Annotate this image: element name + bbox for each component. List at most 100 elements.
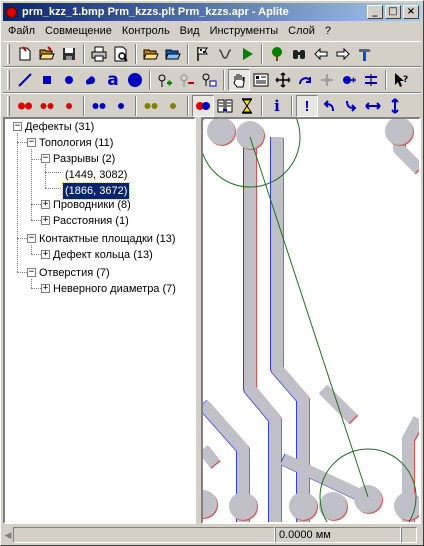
- olive-pair-icon: [144, 103, 158, 109]
- save-button[interactable]: [58, 43, 80, 65]
- compare-icon: [217, 99, 233, 113]
- node-button[interactable]: [338, 69, 360, 91]
- defect-button[interactable]: !: [296, 95, 318, 117]
- scroll-left-icon[interactable]: ◀: [3, 527, 13, 543]
- maximize-button[interactable]: □: [385, 5, 401, 19]
- open-plt-button[interactable]: [162, 43, 184, 65]
- rotate-icon: [299, 77, 311, 85]
- shape-tool-button[interactable]: [80, 69, 102, 91]
- arrow-left-icon: [314, 47, 328, 61]
- properties-icon: [253, 73, 269, 87]
- flag-button[interactable]: [192, 43, 214, 65]
- tools-button[interactable]: [354, 43, 376, 65]
- red-pair-small-button[interactable]: [36, 95, 58, 117]
- open-folder-icon: [165, 49, 181, 60]
- run-button[interactable]: [236, 43, 258, 65]
- menu-file[interactable]: Файл: [3, 25, 40, 37]
- node-icon: [343, 76, 356, 84]
- blue-pair-button[interactable]: [88, 95, 110, 117]
- defects-tree-panel[interactable]: − − − + + − + − + Дефекты (31) Топология…: [3, 117, 196, 524]
- toolbar-grip[interactable]: [7, 96, 10, 116]
- expand-distances[interactable]: +: [41, 216, 50, 225]
- tree-node-conductors[interactable]: Проводники (8): [53, 197, 131, 213]
- line-icon: [18, 73, 32, 87]
- edit-point-button[interactable]: [198, 69, 220, 91]
- tree-node-breaks[interactable]: Разрывы (2): [53, 151, 115, 167]
- circle-tool-button[interactable]: [58, 69, 80, 91]
- expand-topology[interactable]: −: [27, 138, 36, 147]
- hourglass-button[interactable]: [236, 95, 258, 117]
- tree-node-wrong-diameter[interactable]: Неверного диаметра (7): [53, 281, 176, 297]
- trace-button[interactable]: [214, 43, 236, 65]
- menu-tools[interactable]: Инструменты: [205, 25, 284, 37]
- properties-button[interactable]: [250, 69, 272, 91]
- status-field-extra: [401, 527, 417, 543]
- print-preview-button[interactable]: [110, 43, 132, 65]
- pcb-image-view[interactable]: [201, 117, 421, 524]
- rotate-button[interactable]: [294, 69, 316, 91]
- open-image-button[interactable]: [140, 43, 162, 65]
- pan-button[interactable]: [228, 69, 250, 91]
- open-button[interactable]: [36, 43, 58, 65]
- menu-control[interactable]: Контроль: [117, 25, 175, 37]
- olive-dot-button[interactable]: [162, 95, 184, 117]
- vertical-button[interactable]: [384, 95, 406, 117]
- expand-ring-defect[interactable]: +: [41, 250, 50, 259]
- red-pair-large-button[interactable]: [14, 95, 36, 117]
- toolbar-separator: [187, 96, 189, 116]
- print-button[interactable]: [88, 43, 110, 65]
- blue-dot-button[interactable]: [110, 95, 132, 117]
- rect-tool-button[interactable]: [36, 69, 58, 91]
- find-button[interactable]: [288, 43, 310, 65]
- tree-button[interactable]: [266, 43, 288, 65]
- minimize-button[interactable]: _: [367, 5, 383, 19]
- red-dot-button[interactable]: [58, 95, 80, 117]
- olive-pair-button[interactable]: [140, 95, 162, 117]
- info-button[interactable]: i: [266, 95, 288, 117]
- arrow-right-icon: [336, 47, 350, 61]
- pad-tool-button[interactable]: [124, 69, 146, 91]
- tree-node-ring-defect[interactable]: Дефект кольца (13): [53, 247, 153, 263]
- toolbar-grip[interactable]: [7, 44, 10, 64]
- toolbar-grip[interactable]: [7, 70, 10, 90]
- pcb-canvas[interactable]: [203, 119, 419, 522]
- line-tool-button[interactable]: [14, 69, 36, 91]
- compare-button[interactable]: [214, 95, 236, 117]
- expand-wrong-diameter[interactable]: +: [41, 284, 50, 293]
- menu-alignment[interactable]: Совмещение: [40, 25, 117, 37]
- title-bar[interactable]: prm_kzz_1.bmp Prm_kzzs.plt Prm_kzzs.apr …: [3, 3, 421, 21]
- text-tool-button[interactable]: a: [102, 69, 124, 91]
- menu-view[interactable]: Вид: [175, 25, 205, 37]
- snap-button[interactable]: [316, 69, 338, 91]
- tree-node-defects[interactable]: Дефекты (31): [25, 119, 94, 135]
- red-pair-small-icon: [40, 103, 54, 109]
- expand-defects[interactable]: −: [13, 122, 22, 131]
- tree-node-pads[interactable]: Контактные площадки (13): [39, 231, 176, 247]
- add-point-button[interactable]: [154, 69, 176, 91]
- expand-pads[interactable]: −: [27, 234, 36, 243]
- tree-node-holes[interactable]: Отверстия (7): [39, 265, 110, 281]
- tree-node-break-1[interactable]: (1449, 3082): [65, 167, 127, 183]
- menu-layer[interactable]: Слой: [283, 25, 320, 37]
- prev-defect-button[interactable]: [318, 95, 340, 117]
- help-pointer-button[interactable]: ?: [390, 69, 412, 91]
- align-button[interactable]: [360, 69, 382, 91]
- tree-node-topology[interactable]: Топология (11): [39, 135, 113, 151]
- expand-breaks[interactable]: −: [41, 154, 50, 163]
- back-button[interactable]: [310, 43, 332, 65]
- horizontal-button[interactable]: [362, 95, 384, 117]
- expand-conductors[interactable]: +: [41, 200, 50, 209]
- remove-point-button[interactable]: [176, 69, 198, 91]
- circle-icon: [128, 73, 142, 87]
- tree-node-distances[interactable]: Расстояния (1): [53, 213, 129, 229]
- next-defect-button[interactable]: [340, 95, 362, 117]
- close-button[interactable]: ×: [403, 5, 419, 19]
- forward-button[interactable]: [332, 43, 354, 65]
- move-button[interactable]: [272, 69, 294, 91]
- edit-point-icon: [202, 73, 217, 87]
- move-icon: [275, 72, 291, 88]
- overlay-button[interactable]: [192, 95, 214, 117]
- menu-help[interactable]: ?: [320, 25, 336, 37]
- expand-holes[interactable]: −: [27, 268, 36, 277]
- new-button[interactable]: [14, 43, 36, 65]
